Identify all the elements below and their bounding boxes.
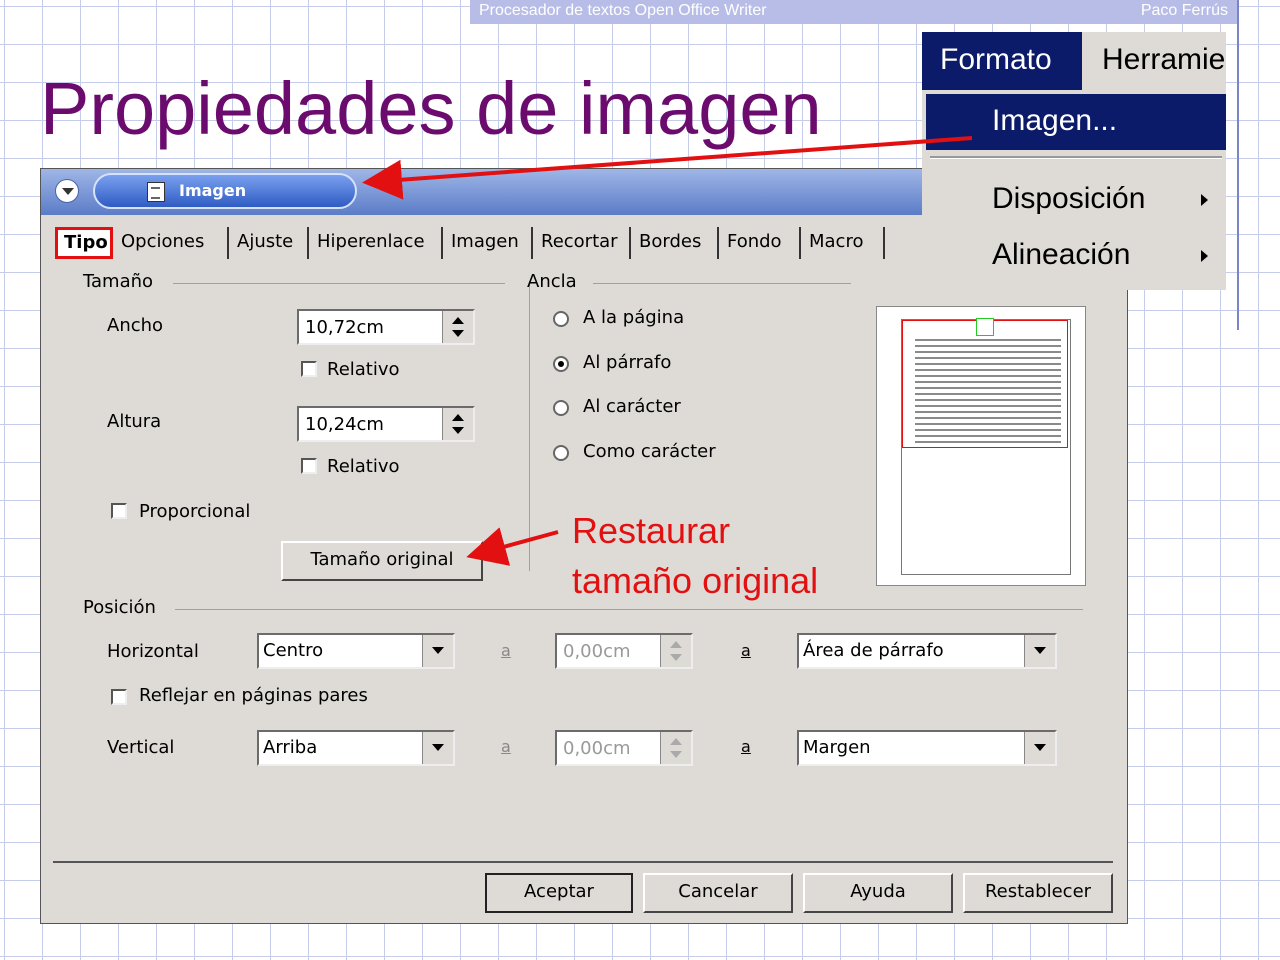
preview-paragraph-area <box>902 320 1068 448</box>
horizontal-offset-value: 0,00cm <box>563 641 631 662</box>
anchor-paragraph-radio[interactable] <box>553 356 569 372</box>
menu-item-alineacion[interactable]: Alineación <box>926 228 1226 284</box>
callout-line-1: Restaurar <box>572 510 731 551</box>
relativo-ancho-label: Relativo <box>327 359 400 380</box>
proporcional-label: Proporcional <box>139 501 251 522</box>
menu-bar: Formato Herramie <box>922 32 1226 90</box>
horizontal-offset-spinbox[interactable]: 0,00cm <box>555 633 693 669</box>
tab-recortar[interactable]: Recortar <box>535 227 631 259</box>
altura-label: Altura <box>107 411 162 432</box>
ancho-spinbox[interactable]: 10,72cm <box>297 309 475 345</box>
vertical-reference-value: Margen <box>803 737 871 758</box>
vertical-offset-value: 0,00cm <box>563 738 631 759</box>
header-author: Paco Ferrús <box>1140 2 1228 19</box>
ok-button[interactable]: Aceptar <box>485 873 633 913</box>
altura-spinbox[interactable]: 10,24cm <box>297 406 475 442</box>
group-ancla-label: Ancla <box>527 271 577 292</box>
cancel-button[interactable]: Cancelar <box>643 873 793 913</box>
anchor-paragraph-label: Al párrafo <box>583 352 672 373</box>
dialog-title: Imagen <box>179 181 247 200</box>
group-divider <box>173 283 505 284</box>
decorative-line <box>1237 0 1239 330</box>
slide-header-bar: Procesador de textos Open Office Writer … <box>470 0 1238 24</box>
preview-image-anchor <box>976 318 994 336</box>
footer-divider <box>53 861 1113 863</box>
tab-opciones[interactable]: Opciones <box>115 227 229 259</box>
chevron-down-icon[interactable] <box>422 635 453 667</box>
menu-separator <box>930 156 1222 159</box>
ancho-label: Ancho <box>107 315 164 336</box>
menu-item-disposicion-label: Disposición <box>992 182 1146 215</box>
menu-formato[interactable]: Formato <box>922 32 1082 90</box>
reset-button[interactable]: Restablecer <box>963 873 1113 913</box>
original-size-button[interactable]: Tamaño original <box>281 541 483 581</box>
anchor-as-character-radio[interactable] <box>553 445 569 461</box>
group-divider <box>175 609 1083 610</box>
horizontal-reference-value: Área de párrafo <box>803 640 944 661</box>
relativo-altura-checkbox[interactable] <box>301 458 317 474</box>
tab-fondo[interactable]: Fondo <box>721 227 801 259</box>
layout-preview <box>876 306 1086 586</box>
slide-title: Propiedades de imagen <box>40 67 822 150</box>
vertical-to-label: a <box>741 737 751 756</box>
preview-page <box>901 318 1071 575</box>
tab-ajuste[interactable]: Ajuste <box>231 227 309 259</box>
ancho-value: 10,72cm <box>305 317 384 338</box>
mirror-even-pages-label: Reflejar en páginas pares <box>139 685 368 706</box>
preview-text-lines <box>915 339 1061 443</box>
mirror-even-pages-checkbox[interactable] <box>111 689 127 705</box>
horizontal-by-label: a <box>501 641 511 660</box>
anchor-character-label: Al carácter <box>583 396 681 417</box>
relativo-altura-label: Relativo <box>327 456 400 477</box>
vertical-value: Arriba <box>263 737 318 758</box>
group-divider <box>593 283 851 284</box>
tab-tipo[interactable]: Tipo <box>55 227 113 259</box>
menu-item-disposicion[interactable]: Disposición <box>926 172 1226 228</box>
tab-hiperenlace[interactable]: Hiperenlace <box>311 227 443 259</box>
group-posicion-label: Posición <box>83 597 156 618</box>
tab-imagen[interactable]: Imagen <box>445 227 533 259</box>
chevron-down-icon[interactable] <box>1024 635 1055 667</box>
horizontal-select[interactable]: Centro <box>257 633 455 669</box>
dialog-title-pill: Imagen <box>93 173 357 209</box>
vertical-label: Vertical <box>107 737 175 758</box>
vertical-select[interactable]: Arriba <box>257 730 455 766</box>
vertical-offset-spin-buttons[interactable] <box>660 732 691 764</box>
format-menu: Formato Herramie Imagen... Disposición A… <box>922 32 1226 290</box>
anchor-as-character-label: Como carácter <box>583 441 716 462</box>
window-menu-icon[interactable] <box>55 179 79 203</box>
tab-macro[interactable]: Macro <box>803 227 885 259</box>
image-document-icon <box>147 182 165 202</box>
annotation-callout: Restaurar tamaño original <box>572 506 818 606</box>
proporcional-checkbox[interactable] <box>111 503 127 519</box>
submenu-arrow-icon <box>1201 250 1208 262</box>
menu-item-alineacion-label: Alineación <box>992 238 1131 271</box>
altura-value: 10,24cm <box>305 414 384 435</box>
menu-herramientas[interactable]: Herramie <box>1102 32 1226 90</box>
tab-bordes[interactable]: Bordes <box>633 227 719 259</box>
anchor-page-label: A la página <box>583 307 685 328</box>
chevron-down-icon[interactable] <box>1024 732 1055 764</box>
help-button[interactable]: Ayuda <box>803 873 953 913</box>
menu-item-imagen[interactable]: Imagen... <box>926 94 1226 150</box>
anchor-page-radio[interactable] <box>553 311 569 327</box>
callout-line-2: tamaño original <box>572 560 819 601</box>
header-left-text: Procesador de textos Open Office Writer <box>479 2 767 19</box>
horizontal-offset-spin-buttons[interactable] <box>660 635 691 667</box>
vertical-reference-select[interactable]: Margen <box>797 730 1057 766</box>
submenu-arrow-icon <box>1201 194 1208 206</box>
anchor-character-radio[interactable] <box>553 400 569 416</box>
horizontal-label: Horizontal <box>107 641 199 662</box>
vertical-separator <box>529 281 530 571</box>
horizontal-value: Centro <box>263 640 324 661</box>
horizontal-to-label: a <box>741 641 751 660</box>
ancho-spin-buttons[interactable] <box>442 311 473 343</box>
vertical-offset-spinbox[interactable]: 0,00cm <box>555 730 693 766</box>
chevron-down-icon[interactable] <box>422 732 453 764</box>
horizontal-reference-select[interactable]: Área de párrafo <box>797 633 1057 669</box>
vertical-by-label: a <box>501 737 511 756</box>
group-tamano-label: Tamaño <box>83 271 154 292</box>
altura-spin-buttons[interactable] <box>442 408 473 440</box>
relativo-ancho-checkbox[interactable] <box>301 361 317 377</box>
